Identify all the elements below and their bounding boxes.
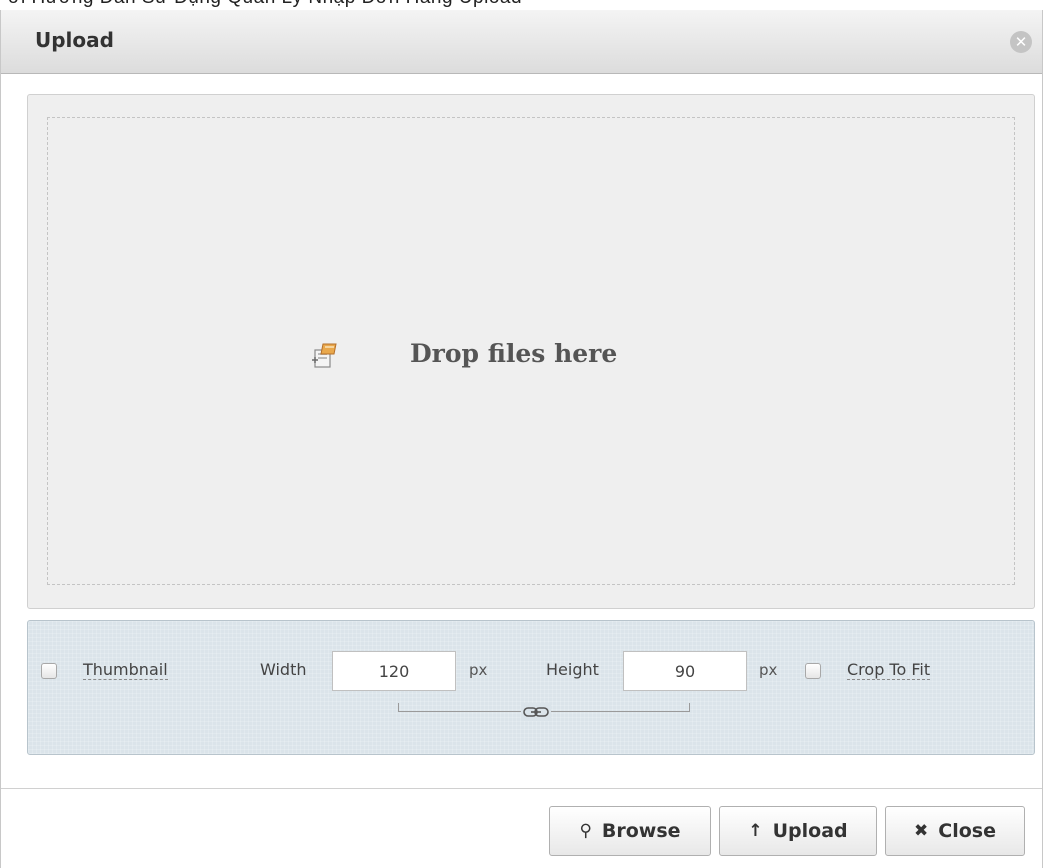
upload-dialog: Upload ✕ Drop files here Thumbnail Width… <box>0 10 1043 868</box>
dialog-titlebar: Upload ✕ <box>1 10 1042 74</box>
close-circle-icon[interactable]: ✕ <box>1010 31 1032 53</box>
height-label: Height <box>546 660 599 679</box>
thumbnail-checkbox[interactable] <box>41 663 57 679</box>
height-unit: px <box>759 661 778 679</box>
browse-button-label: Browse <box>601 820 681 842</box>
thumbnail-label[interactable]: Thumbnail <box>83 660 168 680</box>
crop-to-fit-label[interactable]: Crop To Fit <box>847 660 931 680</box>
upload-button[interactable]: ↑ Upload <box>719 806 877 856</box>
width-unit: px <box>469 661 488 679</box>
chain-link-icon[interactable] <box>521 703 551 721</box>
height-input[interactable] <box>623 651 747 691</box>
width-label: Width <box>260 660 307 679</box>
close-button[interactable]: ✖ Close <box>885 806 1025 856</box>
drop-files-text: Drop files here <box>410 339 618 368</box>
footer-divider <box>1 788 1042 789</box>
dialog-title: Upload <box>35 28 114 52</box>
width-input[interactable] <box>332 651 456 691</box>
crop-to-fit-checkbox[interactable] <box>805 663 821 679</box>
close-button-label: Close <box>938 820 996 842</box>
upload-button-label: Upload <box>772 820 848 842</box>
upload-file-icon <box>312 343 337 368</box>
x-icon: ✖ <box>914 821 929 841</box>
arrow-up-icon: ↑ <box>748 821 763 841</box>
drop-zone[interactable]: Drop files here <box>27 94 1035 609</box>
browse-button[interactable]: ⚲ Browse <box>549 806 711 856</box>
thumbnail-options-panel: Thumbnail Width px Height px Crop To Fit <box>27 620 1035 755</box>
search-icon: ⚲ <box>579 821 592 841</box>
background-page-text: ời Hưởng Dẫn Sử Dụng Quản Lý Nhập Đơn Hà… <box>8 0 522 9</box>
